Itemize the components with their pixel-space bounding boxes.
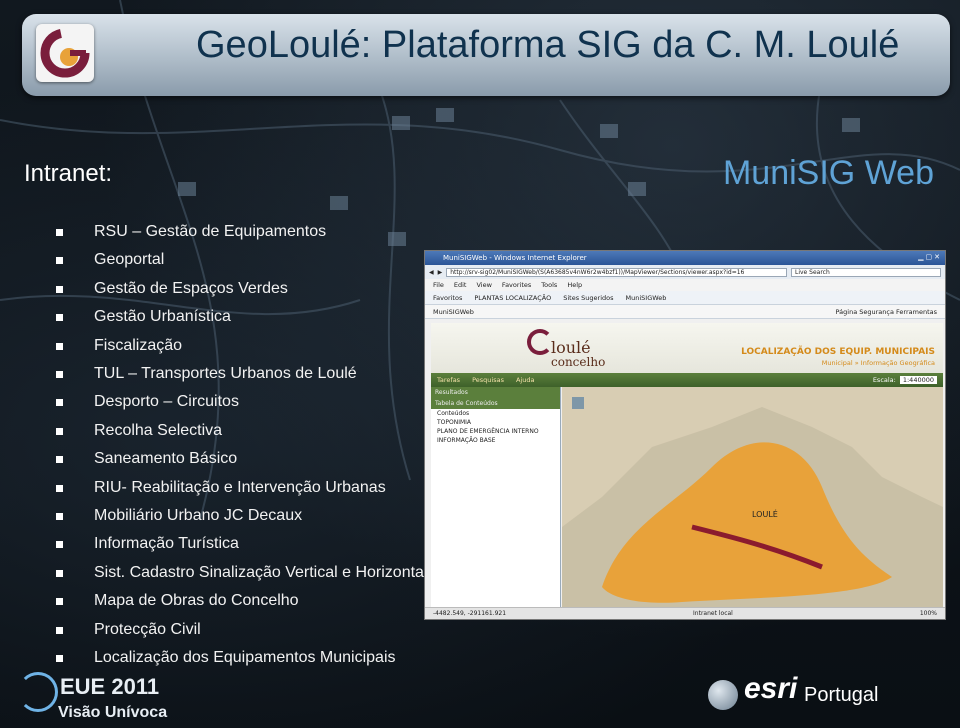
ie-address-bar: ◀ ▶ http://srv-sig02/MuniSIGWeb/(S(A6368… (425, 265, 945, 279)
results-header: Resultados (431, 387, 560, 398)
munisig-browser-screenshot: MuniSIGWeb - Windows Internet Explorer ▁… (424, 250, 946, 620)
toc-panel: Resultados Tabela de Conteúdos Conteúdos… (431, 387, 561, 607)
page-title: GeoLoulé: Plataforma SIG da C. M. Loulé (196, 24, 900, 66)
eue-ring-icon (18, 672, 58, 712)
favorite-item: Favoritos (433, 294, 463, 302)
bullet-icon (56, 285, 63, 293)
scale-control: Escala: 1:440000 (873, 376, 937, 384)
list-item: RSU – Gestão de Equipamentos (56, 218, 493, 246)
forward-icon: ▶ (437, 268, 443, 276)
bullet-icon (56, 314, 63, 322)
tab-munisigweb: MuniSIGWeb (433, 308, 474, 316)
zone-label: Intranet local (693, 610, 733, 617)
intranet-label: Intranet: (24, 160, 113, 187)
menu-item: File (433, 281, 444, 289)
bullet-icon (56, 427, 63, 435)
loule-swirl-icon (527, 329, 553, 355)
bullet-icon (56, 371, 63, 379)
toc-item: INFORMAÇÃO BASE (437, 437, 496, 444)
bullet-icon (56, 513, 63, 521)
toolbar-item: Pesquisas (472, 376, 504, 384)
toc-header: Tabela de Conteúdos (431, 398, 560, 409)
back-icon: ◀ (429, 268, 434, 276)
menu-item: Tools (541, 281, 558, 289)
bullet-icon (56, 229, 63, 236)
ie-status-bar: -4482.549, -291161.921 Intranet local 10… (425, 607, 945, 619)
coordinates-readout: -4482.549, -291161.921 (433, 610, 507, 617)
ie-title-bar: MuniSIGWeb - Windows Internet Explorer ▁… (425, 251, 945, 265)
menu-item: View (476, 281, 492, 289)
favorite-item: PLANTAS LOCALIZAÇÃO (474, 294, 552, 302)
toc-item: Conteúdos (437, 410, 470, 417)
bullet-icon (56, 541, 63, 549)
favorite-item: MuniSIGWeb (625, 294, 667, 302)
address-field: http://srv-sig02/MuniSIGWeb/(S(A63685v4n… (446, 267, 787, 277)
app-title: LOCALIZAÇÃO DOS EQUIP. MUNICIPAIS Munici… (741, 347, 935, 367)
ie-tab-row: MuniSIGWeb Página Segurança Ferramentas (425, 305, 945, 319)
menu-item: Help (567, 281, 583, 289)
map-view: LOULÉ (562, 387, 943, 607)
tab-tools: Página Segurança Ferramentas (835, 308, 937, 316)
bullet-icon (56, 626, 63, 634)
toolbar-item: Tarefas (437, 376, 461, 384)
bullet-icon (56, 569, 63, 577)
map-place-label: LOULÉ (752, 508, 778, 519)
bullet-icon (56, 484, 63, 492)
bullet-icon (56, 257, 63, 265)
loule-brand: loulé concelho (551, 338, 606, 370)
favorite-item: Sites Sugeridos (563, 294, 614, 302)
bullet-icon (56, 342, 63, 350)
toolbar-item: Ajuda (515, 376, 535, 384)
menu-item: Favorites (501, 281, 532, 289)
search-field: Live Search (791, 267, 941, 277)
ie-menu-bar: File Edit View Favorites Tools Help (425, 279, 945, 291)
bullet-icon (56, 456, 63, 464)
toc-item: TOPONIMIA (437, 419, 472, 426)
globe-icon (708, 680, 738, 710)
menu-item: Edit (453, 281, 467, 289)
list-item: Localização dos Equipamentos Municipais (56, 644, 493, 672)
ie-favorites-bar: Favoritos PLANTAS LOCALIZAÇÃO Sites Suge… (425, 291, 945, 305)
app-toolbar: Tarefas Pesquisas Ajuda Escala: 1:440000 (431, 373, 943, 387)
bullet-icon (56, 598, 63, 606)
toc-item: PLANO DE EMERGÊNCIA INTERNO (437, 428, 539, 435)
bullet-icon (56, 399, 63, 407)
window-controls-icon: ▁▢✕ (918, 253, 942, 261)
munisig-web-label: MuniSIG Web (722, 154, 934, 192)
app-header: loulé concelho LOCALIZAÇÃO DOS EQUIP. MU… (431, 323, 943, 373)
bullet-icon (56, 655, 63, 663)
zoom-label: 100% (919, 610, 937, 617)
cm-loule-logo (36, 24, 94, 82)
